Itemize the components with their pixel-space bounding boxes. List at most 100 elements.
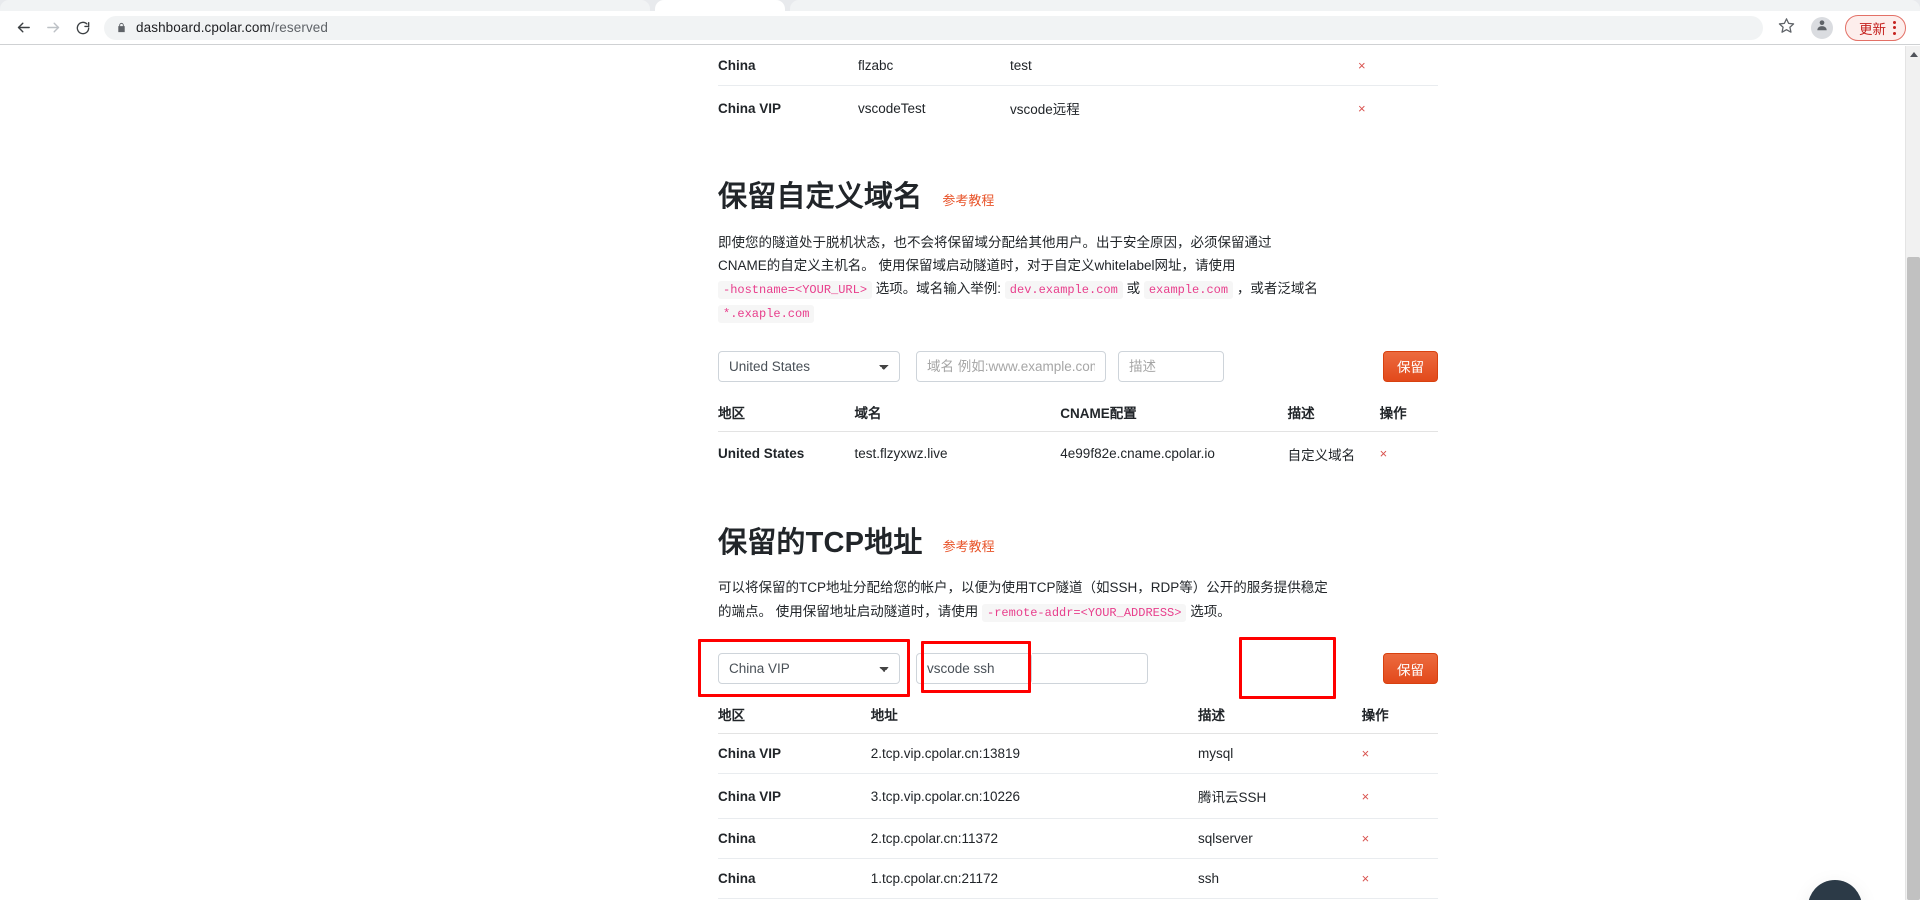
tcp-description: 可以将保留的TCP地址分配给您的帐户，以便为使用TCP隧道（如SSH，RDP等）… [718,576,1338,623]
cell-domain: vscodeTest [858,85,1010,130]
cell-desc: vscode远程 [1010,85,1220,130]
cell-region: China VIP [718,85,858,130]
code-hostname-option: -hostname=<YOUR_URL> [718,281,873,300]
url-text: dashboard.cpolar.com/reserved [136,20,328,35]
cell-region: China VIP [718,733,871,774]
delete-icon[interactable]: × [1362,871,1370,886]
cell-desc: ssh [1197,858,1362,899]
table-row: China VIP 2.tcp.vip.cpolar.cn:13819 mysq… [718,733,1438,774]
description-input-tcp[interactable] [916,653,1032,685]
page-scrollbar[interactable] [1905,46,1920,900]
cell-desc: mysql [1197,733,1362,774]
url-path: /reserved [270,20,329,35]
browser-toolbar: dashboard.cpolar.com/reserved 更新 [0,11,1920,45]
page-title-custom-domain: 保留自定义域名 [718,181,923,213]
page-title-tcp: 保留的TCP地址 [718,526,923,559]
cell-domain: test.flzyxwz.live [854,430,1061,476]
column-header-region: 地区 [718,393,855,432]
reserve-button-tcp[interactable]: 保留 [1383,653,1438,685]
cell-region: United States [718,430,855,476]
desc-text: 即使您的隧道处于脱机状态，也不会将保留域分配给其他用户。出于安全原因，必须保留通… [718,234,1272,274]
delete-icon[interactable]: × [1362,746,1370,761]
cell-op: × [1361,773,1438,819]
column-header-cname: CNAME配置 [1060,393,1288,432]
reference-tutorial-link-tcp[interactable]: 参考教程 [943,536,995,555]
tab-strip [0,0,1920,11]
desc-text: 或 [1122,281,1144,297]
desc-text: 选项。域名输入举例: [872,281,1005,297]
table-header-row: 地区 域名 CNAME配置 描述 操作 [718,393,1438,432]
cell-desc: 自定义域名 [1287,430,1380,476]
column-header-address: 地址 [870,696,1198,735]
cell-op: × [1358,85,1438,130]
reload-button[interactable] [68,13,98,43]
kebab-menu-icon[interactable] [1893,20,1896,35]
cell-op: × [1361,858,1438,899]
domain-input[interactable] [916,350,1106,382]
custom-domain-table: 地区 域名 CNAME配置 描述 操作 United States test.f… [718,393,1438,476]
page-content: China flzabc test × China VIP vscodeTest… [0,46,1905,900]
tab-strip-filler [790,0,1920,11]
table-row: United States test.flzyxwz.live 4e99f82e… [718,430,1438,476]
scrollbar-thumb[interactable] [1907,257,1920,900]
custom-domain-form: United States 保留 [718,350,1438,382]
reload-icon [75,20,91,36]
region-select-tcp[interactable]: China VIP [718,653,900,685]
region-select-custom-domain[interactable]: United States [718,350,900,382]
reference-tutorial-link[interactable]: 参考教程 [942,190,994,209]
description-input-custom-domain[interactable] [1118,350,1224,382]
delete-icon[interactable]: × [1362,831,1370,846]
code-remote-addr-option: -remote-addr=<YOUR_ADDRESS> [982,603,1187,622]
code-wildcard-domain: *.exaple.com [718,304,815,323]
forward-arrow-icon [45,19,62,36]
scroll-up-arrow-icon[interactable] [1906,46,1920,62]
custom-domain-heading-row: 保留自定义域名 参考教程 [718,181,1438,214]
desc-text: 选项。 [1186,603,1231,619]
table-row: China flzabc test × [718,46,1438,86]
cell-op: × [1361,818,1438,859]
delete-icon[interactable]: × [1358,58,1366,73]
profile-button[interactable] [1811,16,1833,39]
back-button[interactable] [8,13,38,43]
cell-region: China [718,58,756,73]
content-column: China flzabc test × China VIP vscodeTest… [698,46,1438,900]
cell-region: China VIP [718,773,871,819]
delete-icon[interactable]: × [1380,446,1388,461]
forward-button[interactable] [38,13,68,43]
cell-op: × [1358,46,1438,86]
tcp-table-body: China VIP 2.tcp.vip.cpolar.cn:13819 mysq… [718,733,1438,900]
cell-region: China [718,858,871,899]
table-row: China VIP vscodeTest vscode远程 × [718,85,1438,130]
code-example-dev: dev.example.com [1004,281,1123,300]
delete-icon[interactable]: × [1362,789,1370,804]
bookmark-button[interactable] [1773,15,1799,41]
reserve-button-custom-domain[interactable]: 保留 [1383,350,1438,382]
column-header-region: 地区 [718,696,871,735]
delete-icon[interactable]: × [1358,101,1366,116]
profile-avatar-icon [1815,18,1829,37]
column-header-op: 操作 [1379,393,1438,432]
update-button[interactable]: 更新 [1845,14,1906,41]
description-input-tcp-extension[interactable] [1032,653,1148,685]
tcp-heading-row: 保留的TCP地址 参考教程 [718,526,1438,560]
lock-icon [116,21,127,34]
cell-filler [1220,46,1358,86]
cell-op: × [1361,733,1438,774]
update-label: 更新 [1859,21,1886,37]
table-row: China VIP 3.tcp.vip.cpolar.cn:10226 腾讯云S… [718,773,1438,819]
cell-address: 3.tcp.vip.cpolar.cn:10226 [870,773,1198,819]
cell-desc: test [1010,58,1032,73]
active-tab[interactable] [655,0,785,11]
cell-cname: 4e99f82e.cname.cpolar.io [1060,430,1288,476]
table-header-row: 地区 地址 描述 操作 [718,696,1438,735]
address-bar[interactable]: dashboard.cpolar.com/reserved [104,15,1763,40]
tcp-form: China VIP 保留 [698,637,1438,700]
star-icon [1778,17,1795,39]
cell-filler [1220,85,1358,130]
cell-address: 2.tcp.vip.cpolar.cn:13819 [870,733,1198,774]
back-arrow-icon [15,19,32,36]
cell-desc: 腾讯云SSH [1197,773,1362,819]
column-header-domain: 域名 [854,393,1061,432]
table-row: China 2.tcp.cpolar.cn:11372 sqlserver × [718,818,1438,859]
background-tab[interactable] [0,0,650,11]
